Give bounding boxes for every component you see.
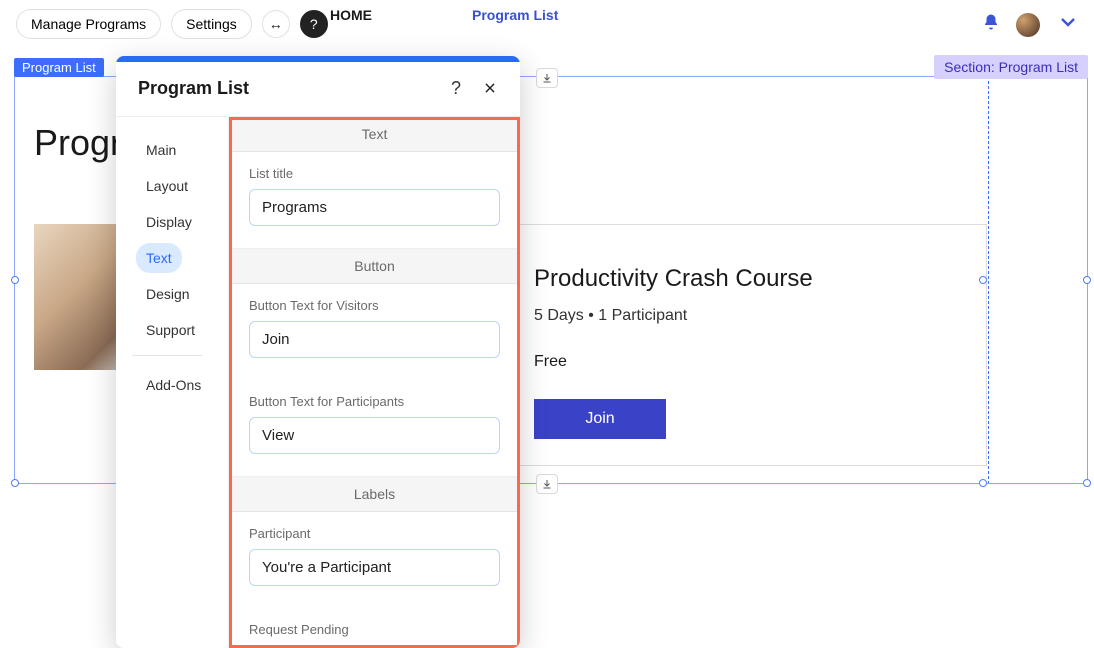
nav-program-list[interactable]: Program List	[472, 3, 558, 27]
expand-icon[interactable]: ↔	[262, 10, 290, 38]
panel-title: Program List	[138, 78, 444, 99]
panel-nav-support[interactable]: Support	[136, 315, 220, 345]
help-icon[interactable]: ?	[300, 10, 328, 38]
btn-participants-label: Button Text for Participants	[249, 394, 500, 409]
panel-scroll[interactable]: Text List title Button Button Text for V…	[229, 117, 520, 648]
field-participant: Participant	[229, 512, 520, 608]
panel-nav-layout[interactable]: Layout	[136, 171, 220, 201]
manage-programs-button[interactable]: Manage Programs	[16, 9, 161, 39]
btn-participants-input[interactable]	[249, 417, 500, 454]
panel-nav-display[interactable]: Display	[136, 207, 220, 237]
bell-icon[interactable]	[982, 13, 1000, 36]
top-toolbar: Manage Programs Settings ↔ ? HOME Progra…	[0, 0, 1094, 48]
resize-handle[interactable]	[11, 479, 19, 487]
top-nav: HOME Program List	[330, 3, 558, 27]
panel-header: Program List ?	[116, 62, 520, 116]
field-list-title: List title	[229, 152, 520, 249]
field-btn-visitors: Button Text for Visitors	[229, 284, 520, 380]
attach-top-button[interactable]	[536, 68, 558, 88]
list-title-input[interactable]	[249, 189, 500, 226]
group-text-header: Text	[229, 117, 520, 152]
toolbar-right	[982, 10, 1080, 39]
close-icon[interactable]	[478, 76, 502, 100]
list-title-label: List title	[249, 166, 500, 181]
nav-home[interactable]: HOME	[330, 3, 372, 27]
panel-nav-design[interactable]: Design	[136, 279, 220, 309]
chevron-down-icon[interactable]	[1056, 10, 1080, 39]
nav-divider	[132, 355, 202, 356]
group-labels-header: Labels	[229, 477, 520, 512]
resize-handle[interactable]	[1083, 276, 1091, 284]
field-request-pending: Request Pending	[229, 608, 520, 648]
resize-handle[interactable]	[11, 276, 19, 284]
panel-nav-main[interactable]: Main	[136, 135, 220, 165]
panel-content: Text List title Button Button Text for V…	[228, 117, 520, 648]
panel-body: Main Layout Display Text Design Support …	[116, 116, 520, 648]
avatar[interactable]	[1016, 13, 1040, 37]
settings-button[interactable]: Settings	[171, 9, 252, 39]
resize-handle[interactable]	[979, 276, 987, 284]
settings-panel: Program List ? Main Layout Display Text …	[116, 56, 520, 648]
section-label: Section: Program List	[934, 55, 1088, 79]
btn-visitors-input[interactable]	[249, 321, 500, 358]
panel-nav-text[interactable]: Text	[136, 243, 182, 273]
field-btn-participants: Button Text for Participants	[229, 380, 520, 477]
resize-handle[interactable]	[979, 479, 987, 487]
panel-nav-addons[interactable]: Add-Ons	[136, 370, 220, 400]
attach-bottom-button[interactable]	[536, 474, 558, 494]
resize-handle[interactable]	[1083, 479, 1091, 487]
request-pending-label: Request Pending	[249, 622, 500, 637]
panel-nav: Main Layout Display Text Design Support …	[116, 117, 228, 648]
widget-label: Program List	[14, 58, 104, 77]
toolbar-left: Manage Programs Settings ↔ ?	[16, 9, 328, 39]
participant-input[interactable]	[249, 549, 500, 586]
participant-label: Participant	[249, 526, 500, 541]
group-button-header: Button	[229, 249, 520, 284]
panel-help-icon[interactable]: ?	[444, 76, 468, 100]
btn-visitors-label: Button Text for Visitors	[249, 298, 500, 313]
